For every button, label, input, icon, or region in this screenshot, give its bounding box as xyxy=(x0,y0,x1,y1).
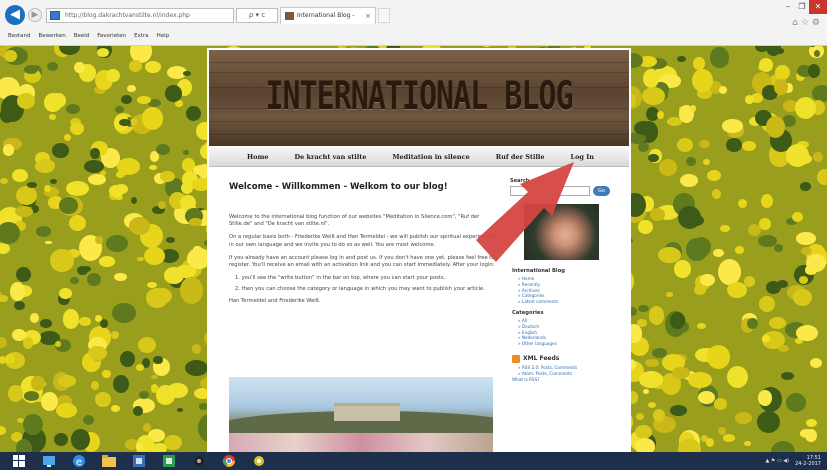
window-controls: – ❐ ✕ xyxy=(781,0,827,14)
rss-icon xyxy=(512,354,520,363)
search-label: Search xyxy=(510,178,530,184)
menu-help[interactable]: Help xyxy=(157,33,170,39)
post-content: Welcome - Willkommen - Welkom to our blo… xyxy=(229,182,495,311)
blog-menu-heading: International Blog xyxy=(512,268,565,274)
desktop-icon[interactable] xyxy=(38,452,60,470)
search-row: Go xyxy=(510,186,625,196)
nav-meditation-in-silence[interactable]: Meditation in silence xyxy=(392,153,469,161)
xml-feeds-heading: XML Feeds xyxy=(512,354,625,363)
address-url: http://blog.dakrachtvanstilte.nl/index.p… xyxy=(65,12,190,19)
menu-edit[interactable]: Bewerken xyxy=(39,33,66,39)
what-is-rss-link[interactable]: What is RSS? xyxy=(510,377,625,382)
search-button[interactable]: Go xyxy=(593,186,610,196)
sidebar: Search Go International Blog » Home » Re… xyxy=(510,178,625,382)
site-favicon-icon xyxy=(50,11,60,20)
post-list-item: 1. you'll see the "write button" in the … xyxy=(235,275,446,282)
nav-de-kracht-van-stilte[interactable]: De kracht van stilte xyxy=(295,153,367,161)
blog-page: INTERNATIONAL BLOG Home De kracht van st… xyxy=(207,48,631,452)
back-button[interactable]: ◀ xyxy=(5,5,25,25)
search-input[interactable] xyxy=(510,186,590,196)
app-icon-green[interactable] xyxy=(158,452,180,470)
tab-close-icon[interactable]: × xyxy=(365,8,371,24)
categories-heading: Categories xyxy=(512,309,544,316)
system-tray: ▲ ⚑ ▭ ◀) 17:51 24-2-2017 xyxy=(765,455,821,467)
maximize-button[interactable]: ❐ xyxy=(795,0,809,14)
chrome-icon[interactable] xyxy=(218,452,240,470)
menu-favorites[interactable]: Favorieten xyxy=(97,33,126,39)
forward-button[interactable]: ▶ xyxy=(28,8,42,22)
blog-link-latest-comments[interactable]: » Latest comments xyxy=(510,299,625,305)
post-title[interactable]: Welcome - Willkommen - Welkom to our blo… xyxy=(229,182,495,192)
author-photo xyxy=(524,204,599,260)
menu-bar: Bestand Bewerken Beeld Favorieten Extra … xyxy=(8,33,169,39)
app-icon-yellow[interactable] xyxy=(248,452,270,470)
menu-file[interactable]: Bestand xyxy=(8,33,31,39)
clock-date: 24-2-2017 xyxy=(795,461,821,467)
address-bar[interactable]: http://blog.dakrachtvanstilte.nl/index.p… xyxy=(46,8,234,23)
xml-feeds-label: XML Feeds xyxy=(523,355,560,363)
tray-icons[interactable]: ▲ ⚑ ▭ ◀) xyxy=(765,458,789,464)
windows-taskbar: e ▲ ⚑ ▭ ◀) 17:51 24-2-2017 xyxy=(0,452,827,470)
site-banner: INTERNATIONAL BLOG xyxy=(209,50,629,146)
close-button[interactable]: ✕ xyxy=(809,0,827,14)
address-tools[interactable]: ρ ▾ c xyxy=(236,8,278,23)
post-paragraph: If you already have an account please lo… xyxy=(229,254,495,269)
site-nav: Home De kracht van stilte Meditation in … xyxy=(209,147,629,167)
windows-start-icon[interactable] xyxy=(8,452,30,470)
minimize-button[interactable]: – xyxy=(781,0,795,14)
new-tab-button[interactable] xyxy=(378,8,390,23)
nav-log-in[interactable]: Log In xyxy=(571,153,594,161)
post-paragraph: On a regular basis both - Friederike Wei… xyxy=(229,234,495,248)
file-explorer-icon[interactable] xyxy=(98,452,120,470)
site-title: INTERNATIONAL BLOG xyxy=(265,73,573,120)
post-signature: Han Termeldel and Friederike Weiß. xyxy=(229,297,321,304)
post-paragraph: Welcome to the international blog functi… xyxy=(229,214,480,228)
browser-window: ◀ ▶ http://blog.dakrachtvanstilte.nl/ind… xyxy=(0,0,827,470)
menu-tools[interactable]: Extra xyxy=(134,33,149,39)
app-icon-dark[interactable] xyxy=(188,452,210,470)
category-link[interactable]: » Other languages xyxy=(510,341,625,347)
post-list-item: 2. then you can choose the category or l… xyxy=(235,286,485,293)
tab-title: International Blog - xyxy=(297,12,355,19)
browser-toolbar: ◀ ▶ http://blog.dakrachtvanstilte.nl/ind… xyxy=(0,0,827,46)
browser-tools-icons[interactable]: ⌂☆⚙ xyxy=(792,18,823,28)
svg-text:e: e xyxy=(76,457,82,468)
nav-ruf-der-stille[interactable]: Ruf der Stille xyxy=(496,153,545,161)
clock[interactable]: 17:51 24-2-2017 xyxy=(795,455,821,467)
app-icon-blue[interactable] xyxy=(128,452,150,470)
post-photo xyxy=(229,377,493,452)
menu-view[interactable]: Beeld xyxy=(74,33,90,39)
tab-favicon-icon xyxy=(285,12,294,20)
internet-explorer-icon[interactable]: e xyxy=(68,452,90,470)
browser-tab[interactable]: International Blog - × xyxy=(280,7,376,24)
nav-home[interactable]: Home xyxy=(247,153,269,161)
